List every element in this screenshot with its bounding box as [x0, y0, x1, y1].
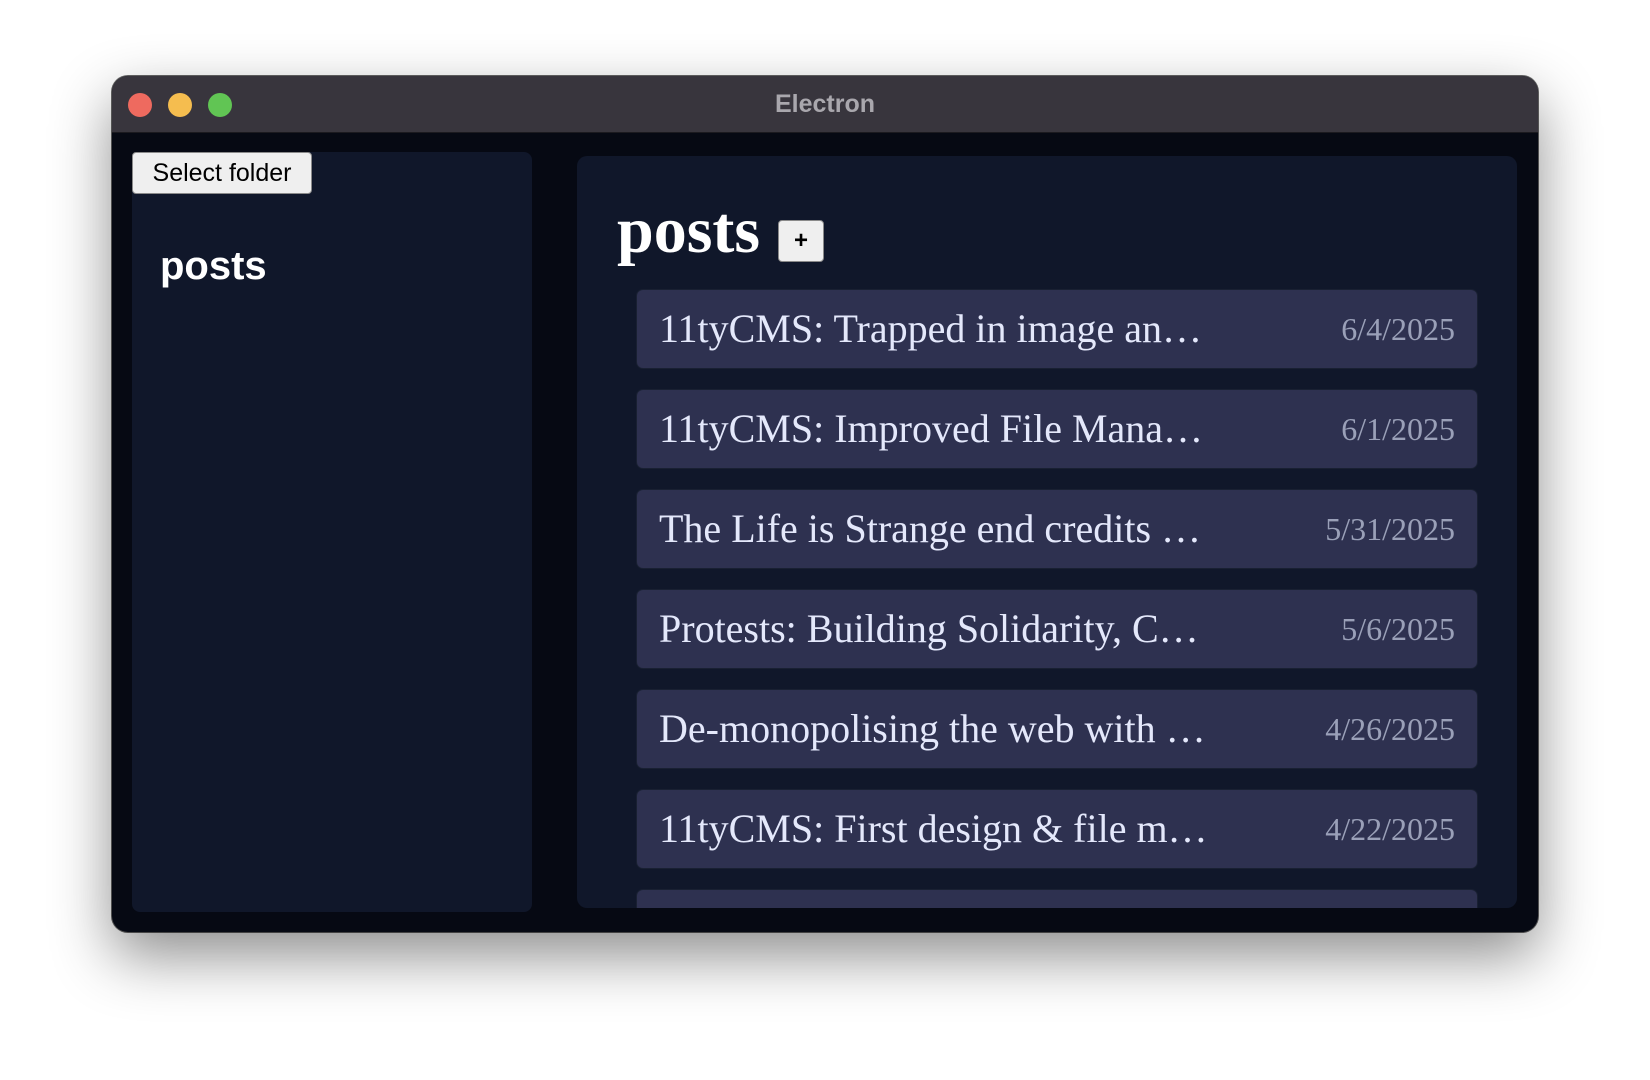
- sidebar: Select folder posts: [132, 152, 532, 912]
- post-title: Protests: Building Solidarity, C…: [659, 606, 1199, 651]
- select-folder-button[interactable]: Select folder: [132, 152, 312, 194]
- post-date: 5/6/2025: [1341, 611, 1455, 647]
- post-list-item[interactable]: 11tyCMS: Improved File Mana… 6/1/2025: [637, 390, 1477, 468]
- main-header: posts +: [617, 194, 825, 267]
- page-title: posts: [617, 194, 761, 267]
- post-date: 4/26/2025: [1325, 711, 1455, 747]
- post-list: 11tyCMS: Trapped in image an… 6/4/2025 1…: [637, 290, 1477, 908]
- post-list-item[interactable]: The Life is Strange end credits … 5/31/2…: [637, 490, 1477, 568]
- post-list-item[interactable]: 11tyCMS: First design & file m… 4/22/202…: [637, 790, 1477, 868]
- post-title: De-monopolising the web with …: [659, 706, 1206, 751]
- post-title: The Life is Strange end credits …: [659, 506, 1202, 551]
- window-title: Electron: [774, 90, 876, 118]
- desktop: Electron Select folder posts posts + 11t…: [0, 0, 1650, 1080]
- title-bar[interactable]: Electron: [112, 76, 1538, 133]
- post-date: 6/1/2025: [1341, 411, 1455, 447]
- post-date: 4/22/2025: [1325, 811, 1455, 847]
- add-post-button[interactable]: +: [778, 220, 825, 262]
- post-list-item[interactable]: [637, 890, 1477, 908]
- app-window: Electron Select folder posts posts + 11t…: [112, 76, 1538, 932]
- post-title: 11tyCMS: First design & file m…: [659, 806, 1208, 851]
- main-panel: posts + 11tyCMS: Trapped in image an… 6/…: [577, 156, 1517, 908]
- post-date: 5/31/2025: [1325, 511, 1455, 547]
- post-list-item[interactable]: Protests: Building Solidarity, C… 5/6/20…: [637, 590, 1477, 668]
- post-title: 11tyCMS: Improved File Mana…: [659, 406, 1204, 451]
- post-date: 6/4/2025: [1341, 311, 1455, 347]
- sidebar-item-posts[interactable]: posts: [160, 244, 267, 289]
- post-list-item[interactable]: De-monopolising the web with … 4/26/2025: [637, 690, 1477, 768]
- post-list-item[interactable]: 11tyCMS: Trapped in image an… 6/4/2025: [637, 290, 1477, 368]
- post-title: 11tyCMS: Trapped in image an…: [659, 306, 1202, 351]
